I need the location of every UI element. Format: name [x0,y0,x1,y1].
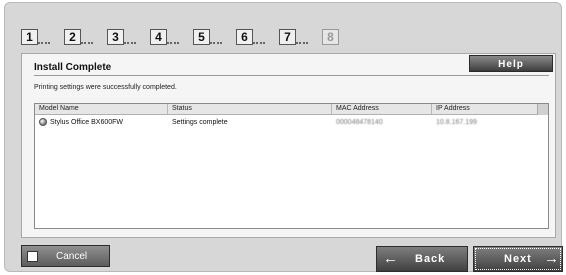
step-dots [253,39,265,44]
step-dots [38,39,50,44]
printer-status-icon [39,118,47,126]
step-number: 1 [21,29,38,45]
step-dots [81,39,93,44]
step-dots [167,39,179,44]
back-label: Back [415,253,446,265]
cancel-checkbox-icon [27,251,38,262]
status-message: Printing settings were successfully comp… [34,84,177,91]
next-label: Next [504,253,532,265]
divider [34,75,549,76]
cancel-label: Cancel [56,251,88,262]
step-number: 7 [279,29,296,45]
step-dots [296,39,308,44]
next-button[interactable]: Next → [473,246,563,272]
step-number: 4 [150,29,167,45]
step-number: 6 [236,29,253,45]
install-complete-panel: Install Complete Help Printing settings … [21,53,556,238]
column-header-mac[interactable]: MAC Address [332,104,432,114]
header-corner [537,104,548,115]
cancel-button[interactable]: Cancel [21,245,110,267]
column-header-status[interactable]: Status [168,104,332,114]
arrow-right-icon: → [544,250,559,267]
panel-title: Install Complete [34,62,112,73]
cell-mac: 000048478140 [336,119,383,126]
step-number: 2 [64,29,81,45]
arrow-left-icon: ← [383,250,398,267]
installer-window: 1 2 3 4 5 6 7 8 Install Complete Help Pr… [4,2,563,272]
step-dots [124,39,136,44]
help-button[interactable]: Help [469,55,553,72]
step-number: 5 [193,29,210,45]
printer-table: Model Name Status MAC Address IP Address… [34,103,549,229]
table-header: Model Name Status MAC Address IP Address [35,104,548,115]
column-header-ip[interactable]: IP Address [432,104,538,114]
table-row[interactable]: Stylus Office BX600FW Settings complete … [35,117,548,128]
step-number: 3 [107,29,124,45]
cell-ip: 10.8.167.199 [436,119,477,126]
step-number: 8 [322,29,339,45]
cell-model: Stylus Office BX600FW [50,119,124,126]
column-header-model[interactable]: Model Name [35,104,168,114]
back-button[interactable]: ← Back [376,246,468,272]
step-dots [210,39,222,44]
cell-status: Settings complete [172,119,228,126]
